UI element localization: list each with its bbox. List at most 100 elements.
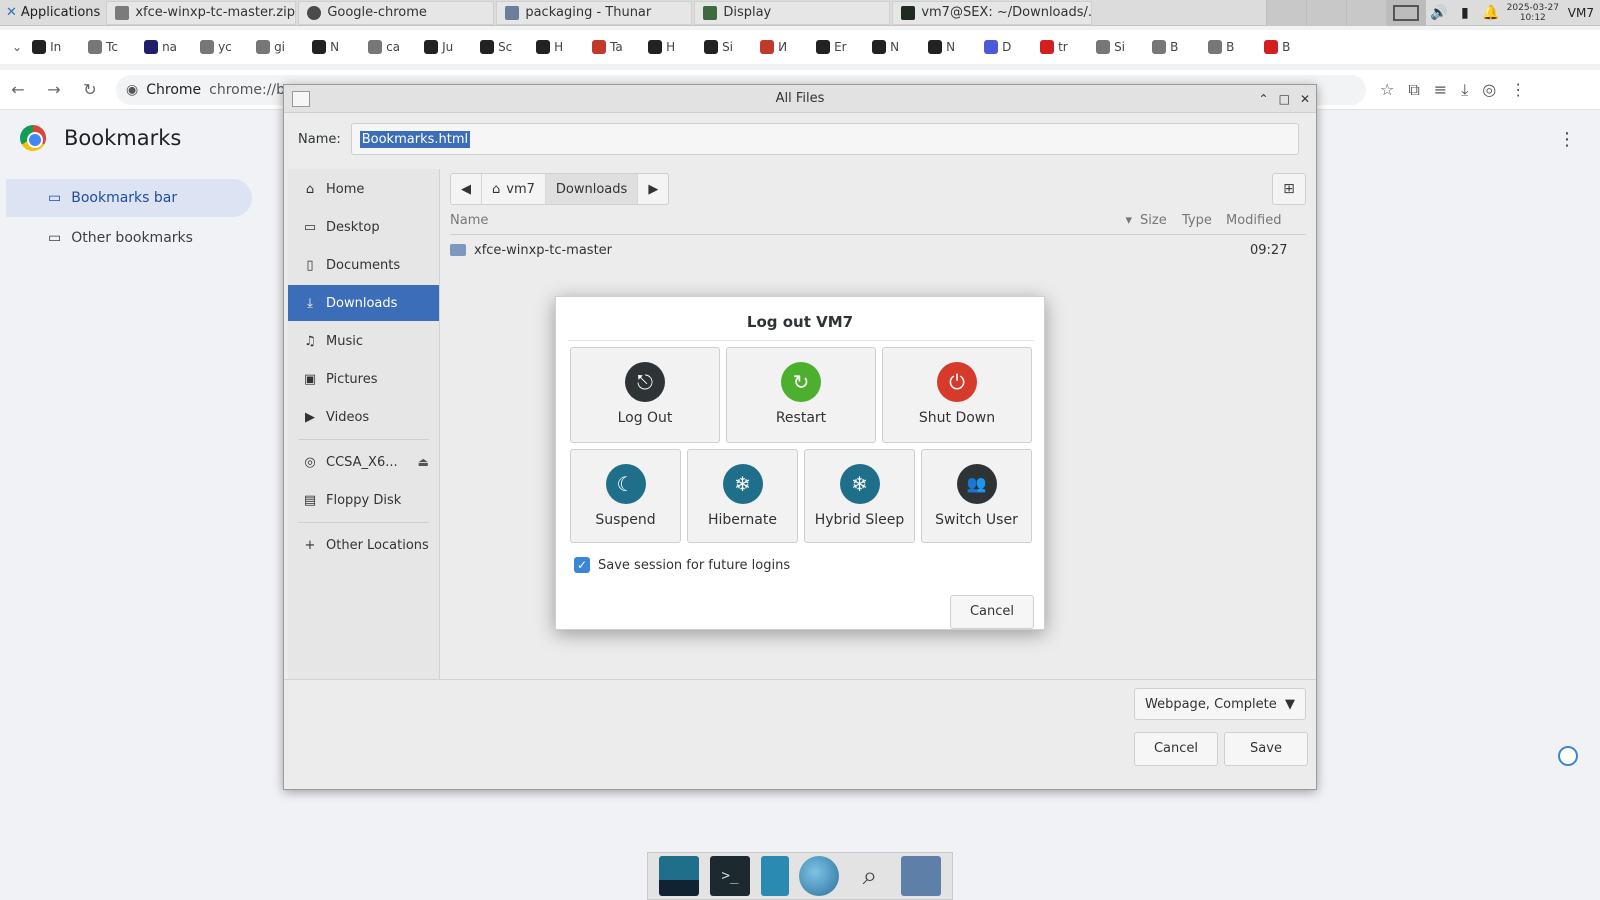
workspace-1[interactable] — [1265, 0, 1306, 26]
bookmark-item[interactable]: H — [536, 40, 582, 54]
hibernate-button[interactable]: ❄ Hibernate — [687, 449, 798, 543]
forward-icon[interactable]: → — [36, 80, 72, 99]
workspace-2[interactable] — [1305, 0, 1346, 26]
shutdown-button[interactable]: ⏻ Shut Down — [882, 347, 1032, 443]
maximize-icon[interactable]: □ — [1279, 85, 1290, 113]
bookmark-item[interactable]: И — [760, 40, 806, 54]
bookmark-item[interactable]: B — [1264, 40, 1310, 54]
show-desktop-icon[interactable] — [659, 856, 700, 896]
window-menu-icon[interactable] — [292, 91, 310, 107]
file-manager-icon[interactable] — [900, 856, 941, 896]
bookmark-item[interactable]: ca — [368, 40, 414, 54]
save-session-checkbox[interactable]: ✓ Save session for future logins — [574, 557, 790, 573]
task-button-archive[interactable]: xfce-winxp-tc-master.zip ... — [106, 0, 297, 25]
workspace-4[interactable] — [1385, 0, 1426, 26]
bookmark-item[interactable]: Ta — [592, 40, 638, 54]
hybrid-sleep-button[interactable]: ❄ Hybrid Sleep — [804, 449, 915, 543]
column-type[interactable]: Type — [1182, 213, 1226, 234]
task-button-terminal[interactable]: vm7@SEX: ~/Downloads/... — [892, 0, 1093, 25]
bookmark-item[interactable]: B — [1152, 40, 1198, 54]
eject-icon[interactable]: ⏏ — [418, 455, 429, 469]
bookmark-item[interactable]: In — [32, 40, 78, 54]
column-size[interactable]: Size — [1140, 213, 1182, 234]
more-icon[interactable]: ⋮ — [1558, 129, 1576, 150]
close-icon[interactable]: ✕ — [1300, 85, 1310, 113]
file-type-select[interactable]: Webpage, Complete ▼ — [1134, 688, 1306, 720]
extensions-icon[interactable]: ⧉ — [1408, 80, 1419, 100]
place-home[interactable]: ⌂ Home — [288, 171, 439, 207]
back-icon[interactable]: ← — [0, 80, 36, 99]
clock[interactable]: 2025-03-27 10:12 — [1504, 3, 1562, 23]
file-row[interactable]: xfce-winxp-tc-master 09:27 — [450, 239, 1306, 261]
search-icon[interactable]: ⌕ — [849, 856, 890, 896]
bookmark-item[interactable]: N — [928, 40, 974, 54]
switch-user-button[interactable]: 👥 Switch User — [921, 449, 1032, 543]
chevron-down-icon[interactable]: ⌄ — [12, 40, 22, 54]
star-icon[interactable]: ☆ — [1380, 80, 1394, 99]
bell-icon[interactable]: 🔔 — [1478, 5, 1504, 21]
place-pictures[interactable]: ▣ Pictures — [288, 361, 439, 397]
new-folder-button[interactable]: ⊞ — [1272, 173, 1306, 205]
place-music[interactable]: ♫ Music — [288, 323, 439, 359]
task-button-chrome[interactable]: Google-chrome — [298, 0, 495, 25]
download-icon[interactable]: ⤓ — [1461, 80, 1468, 100]
minimize-icon[interactable]: ⌃ — [1259, 85, 1269, 113]
place-documents[interactable]: ▯ Documents — [288, 247, 439, 283]
profile-icon[interactable]: ◎ — [1482, 80, 1496, 99]
path-back-icon[interactable]: ◀ — [451, 174, 482, 204]
bookmark-item[interactable]: Sc — [480, 40, 526, 54]
task-button-display[interactable]: Display — [694, 0, 891, 25]
bookmark-item[interactable]: Er — [816, 40, 862, 54]
place-floppy[interactable]: ▤ Floppy Disk — [288, 482, 439, 518]
path-segment-home[interactable]: ⌂ vm7 — [482, 174, 546, 204]
task-button-thunar[interactable]: packaging - Thunar — [496, 0, 693, 25]
place-downloads[interactable]: ⤓ Downloads — [288, 285, 439, 321]
snowflake-icon: ❄ — [839, 464, 880, 504]
bookmark-item[interactable]: D — [984, 40, 1030, 54]
place-desktop[interactable]: ▭ Desktop — [288, 209, 439, 245]
logout-cancel-button[interactable]: Cancel — [950, 595, 1034, 629]
applications-menu[interactable]: ✕ Applications — [0, 0, 106, 26]
file-cancel-button[interactable]: Cancel — [1134, 732, 1218, 766]
place-other-locations[interactable]: + Other Locations — [288, 527, 439, 563]
path-forward-icon[interactable]: ▶ — [638, 174, 668, 204]
terminal-icon[interactable]: >_ — [709, 856, 750, 896]
filename-input[interactable]: Bookmarks.html — [350, 123, 1299, 155]
bookmark-item[interactable]: Tc — [88, 40, 134, 54]
bookmark-item[interactable]: Ju — [424, 40, 470, 54]
favicon-icon — [480, 40, 495, 54]
text-editor-icon[interactable] — [760, 856, 789, 896]
restart-button[interactable]: ↻ Restart — [726, 347, 876, 443]
bookmark-item[interactable]: gi — [256, 40, 302, 54]
volume-icon[interactable]: 🔊 — [1426, 5, 1452, 21]
favicon-icon — [368, 40, 383, 54]
path-segment-downloads[interactable]: Downloads — [545, 174, 639, 204]
file-modified: 09:27 — [1250, 242, 1288, 258]
workspace-3[interactable] — [1345, 0, 1386, 26]
bookmark-item[interactable]: H — [648, 40, 694, 54]
column-name[interactable]: Name ▾ — [450, 213, 1140, 234]
save-button[interactable]: Save — [1224, 732, 1308, 766]
bookmark-item[interactable]: Si — [1096, 40, 1142, 54]
media-icon[interactable]: ≡ — [1434, 80, 1447, 99]
bookmark-item[interactable]: na — [144, 40, 190, 54]
folder-bookmarks-bar[interactable]: ▭ Bookmarks bar — [6, 179, 252, 217]
place-ccsa-drive[interactable]: ◎ CCSA_X6... ⏏ — [288, 444, 439, 480]
bookmark-item[interactable]: B — [1208, 40, 1254, 54]
favicon-icon — [704, 40, 719, 54]
folder-other-bookmarks[interactable]: ▭ Other bookmarks — [6, 219, 252, 257]
bookmark-item[interactable]: N — [872, 40, 918, 54]
battery-icon[interactable]: ▮ — [1452, 5, 1478, 21]
web-browser-icon[interactable] — [799, 856, 840, 896]
bookmark-item[interactable]: N — [312, 40, 358, 54]
suspend-button[interactable]: ☾ Suspend — [570, 449, 681, 543]
bookmark-item[interactable]: yc — [200, 40, 246, 54]
bookmark-item[interactable]: Si — [704, 40, 750, 54]
menu-icon[interactable]: ⋮ — [1510, 80, 1526, 99]
column-modified[interactable]: Modified — [1226, 213, 1296, 234]
bookmark-item[interactable]: tr — [1040, 40, 1086, 54]
place-videos[interactable]: ▶ Videos — [288, 399, 439, 435]
logout-button[interactable]: ⎋ Log Out — [570, 347, 720, 443]
reload-icon[interactable]: ↻ — [72, 80, 108, 99]
user-menu[interactable]: VM7 — [1562, 6, 1600, 20]
